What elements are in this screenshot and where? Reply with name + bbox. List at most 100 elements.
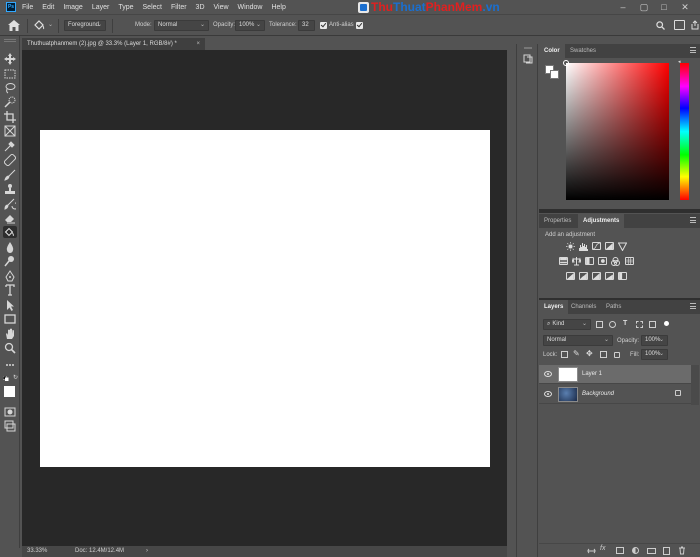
filter-smart-objects-icon[interactable] <box>649 321 656 328</box>
new-adjustment-layer-icon[interactable] <box>632 547 639 554</box>
home-icon[interactable] <box>8 20 20 31</box>
crop-tool-icon[interactable] <box>4 111 16 123</box>
menu-help[interactable]: Help <box>271 4 285 11</box>
eraser-tool-icon[interactable] <box>4 212 16 224</box>
add-mask-icon[interactable] <box>616 547 624 554</box>
restore-icon[interactable]: ▢ <box>639 2 649 12</box>
swap-colors-icon[interactable]: ↻ <box>13 375 19 381</box>
eyedropper-tool-icon[interactable] <box>4 140 16 152</box>
menu-type[interactable]: Type <box>118 4 133 11</box>
lock-position-icon[interactable]: ✥ <box>586 349 593 358</box>
color-lookup-icon[interactable] <box>625 257 634 265</box>
preset-chevron-down-icon[interactable]: ⌄ <box>48 21 53 28</box>
rectangle-tool-icon[interactable] <box>4 313 16 325</box>
filter-pixel-layers-icon[interactable] <box>596 321 603 328</box>
menu-3d[interactable]: 3D <box>196 4 205 11</box>
lock-all-icon[interactable] <box>614 352 620 358</box>
screen-mode-icon[interactable] <box>4 420 16 432</box>
levels-icon[interactable] <box>579 242 588 251</box>
document-close-icon[interactable]: × <box>196 38 200 50</box>
maximize-icon[interactable]: □ <box>659 2 669 12</box>
new-layer-icon[interactable] <box>663 547 670 555</box>
layer-opacity-field[interactable]: 100% ⌄ <box>641 335 668 346</box>
filter-toggle-icon[interactable] <box>664 321 669 326</box>
menu-filter[interactable]: Filter <box>171 4 187 11</box>
paint-bucket-tool-preset-icon[interactable] <box>33 19 45 31</box>
workspace-icon[interactable] <box>674 20 685 30</box>
brightness-contrast-icon[interactable] <box>566 242 575 251</box>
healing-brush-tool-icon[interactable] <box>3 153 17 167</box>
filter-adjustment-layers-icon[interactable] <box>609 321 616 328</box>
link-layers-icon[interactable] <box>587 547 596 555</box>
hue-slider[interactable] <box>680 63 689 200</box>
zoom-tool-icon[interactable] <box>4 342 16 354</box>
menu-edit[interactable]: Edit <box>42 4 54 11</box>
layer-name[interactable]: Background <box>582 385 614 404</box>
antialias-checkbox[interactable] <box>320 22 327 29</box>
menu-window[interactable]: Window <box>238 4 263 11</box>
layer-filter-kind-dropdown[interactable]: ⌕ Kind ⌄ <box>543 319 591 330</box>
tab-paths[interactable]: Paths <box>601 300 626 314</box>
layer-name[interactable]: Layer 1 <box>582 365 602 384</box>
gradient-map-icon[interactable] <box>605 272 614 280</box>
photo-filter-icon[interactable] <box>598 257 607 265</box>
quick-mask-icon[interactable] <box>4 406 16 418</box>
history-panel-icon[interactable] <box>523 54 533 64</box>
contiguous-checkbox[interactable] <box>356 22 363 29</box>
default-colors-icon[interactable] <box>2 375 9 381</box>
lock-transparent-pixels-icon[interactable] <box>561 351 568 358</box>
visibility-eye-icon[interactable] <box>544 371 552 377</box>
paint-bucket-tool-icon[interactable] <box>3 226 17 238</box>
opacity-field[interactable]: 100% ⌄ <box>235 20 265 31</box>
strip-grip-icon[interactable] <box>524 47 532 49</box>
invert-icon[interactable] <box>566 272 575 280</box>
color-panel-background-swatch[interactable] <box>550 70 559 79</box>
brush-tool-icon[interactable] <box>4 169 16 181</box>
tab-properties[interactable]: Properties <box>539 214 576 228</box>
minimize-icon[interactable]: – <box>618 2 628 12</box>
delete-layer-icon[interactable] <box>678 546 686 555</box>
filter-shape-layers-icon[interactable] <box>636 321 643 328</box>
status-menu-arrow-icon[interactable]: › <box>146 546 148 557</box>
vibrance-icon[interactable] <box>617 242 628 252</box>
lock-artboards-icon[interactable] <box>600 351 607 358</box>
quick-selection-tool-icon[interactable] <box>4 96 16 108</box>
panel-menu-icon[interactable] <box>690 47 696 53</box>
history-brush-tool-icon[interactable] <box>4 198 19 210</box>
hue-saturation-icon[interactable] <box>559 257 568 265</box>
clone-stamp-tool-icon[interactable] <box>4 183 16 195</box>
tab-adjustments[interactable]: Adjustments <box>578 214 625 228</box>
zoom-level[interactable]: 33.33% <box>27 546 47 557</box>
black-white-icon[interactable] <box>585 257 594 265</box>
search-icon[interactable] <box>656 21 665 30</box>
blend-mode-dropdown[interactable]: Normal ⌄ <box>543 335 613 346</box>
panel-menu-icon[interactable] <box>690 303 696 309</box>
menu-view[interactable]: View <box>214 4 229 11</box>
visibility-eye-icon[interactable] <box>544 391 552 397</box>
hand-tool-icon[interactable] <box>4 328 16 340</box>
selective-color-icon[interactable] <box>618 272 627 280</box>
exposure-icon[interactable] <box>605 242 614 250</box>
type-tool-icon[interactable] <box>4 284 16 296</box>
panel-menu-icon[interactable] <box>690 217 696 223</box>
move-tool-icon[interactable] <box>4 53 16 65</box>
more-tools-icon[interactable] <box>4 359 16 371</box>
filter-type-layers-icon[interactable]: T <box>623 320 627 327</box>
color-field[interactable] <box>566 63 669 200</box>
lasso-tool-icon[interactable] <box>4 82 16 94</box>
posterize-icon[interactable] <box>579 272 588 280</box>
blur-tool-icon[interactable] <box>4 241 16 253</box>
canvas[interactable] <box>40 130 490 467</box>
fill-field[interactable]: 100% ⌄ <box>641 349 668 360</box>
tab-color[interactable]: Color <box>539 44 565 58</box>
tab-swatches[interactable]: Swatches <box>565 44 601 58</box>
new-group-icon[interactable] <box>647 548 656 554</box>
toolbar-grip-icon[interactable] <box>4 39 16 42</box>
color-balance-icon[interactable] <box>571 257 582 266</box>
hue-slider-handle-icon[interactable]: ◂ <box>678 59 681 65</box>
tab-layers[interactable]: Layers <box>539 300 569 314</box>
menu-layer[interactable]: Layer <box>92 4 110 11</box>
lock-image-pixels-icon[interactable]: ✎ <box>573 349 580 358</box>
close-icon[interactable]: ✕ <box>680 2 690 12</box>
curves-icon[interactable] <box>592 242 601 250</box>
